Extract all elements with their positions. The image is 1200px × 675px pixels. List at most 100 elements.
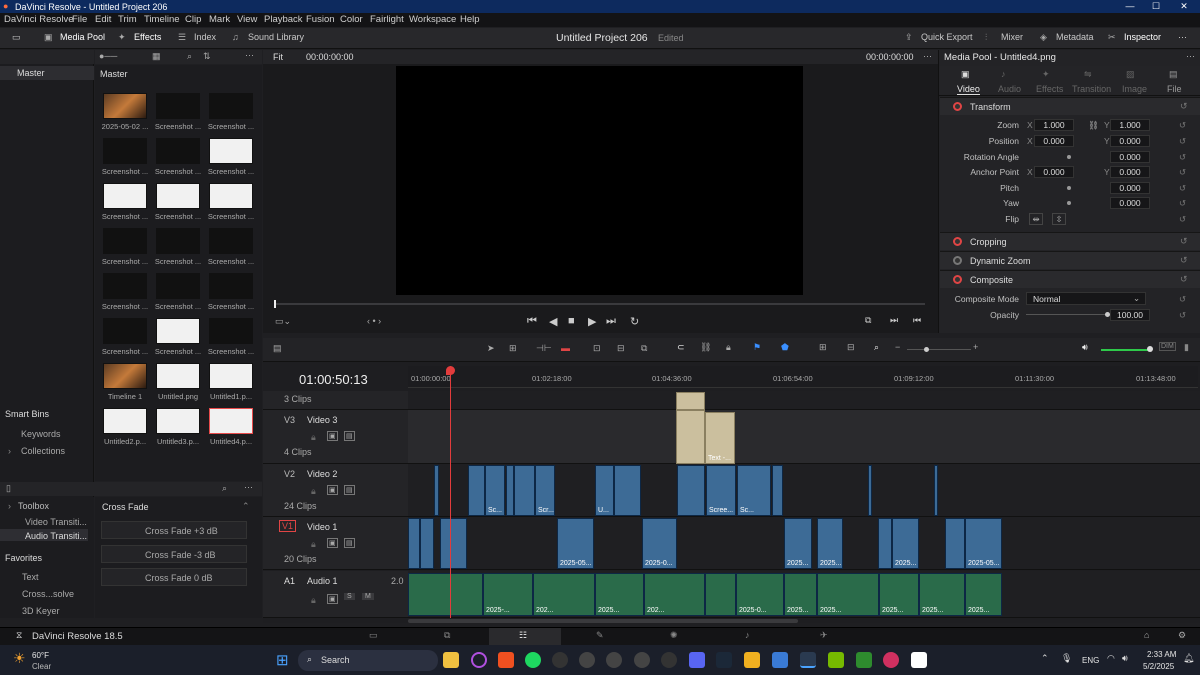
reset-icon[interactable]: ↺ (1179, 120, 1186, 131)
close-button[interactable]: ✕ (1178, 1, 1190, 12)
effects-more-icon[interactable]: ⋯ (244, 482, 253, 493)
anchor-y-field[interactable]: 0.000 (1110, 166, 1150, 178)
bin-master[interactable]: Master (0, 66, 94, 80)
app-icon[interactable] (634, 652, 650, 668)
menu-mark[interactable]: Mark (209, 14, 230, 25)
prev-edit-icon[interactable]: ⏮ (913, 315, 921, 326)
menu-edit[interactable]: Edit (95, 14, 111, 25)
track-body-a1[interactable]: 2025-... 202... 2025... 202... 2025-0...… (408, 571, 1200, 618)
auto-select-icon[interactable]: ▣ (327, 485, 338, 495)
snapping-icon[interactable]: ⊂ (677, 342, 685, 353)
effect-crossfade-minus3[interactable]: Cross Fade -3 dB (101, 545, 247, 563)
flag-icon[interactable]: ⚑ (753, 342, 761, 353)
opacity-field[interactable]: 100.00 (1110, 309, 1150, 321)
link-icon[interactable]: ⛓ (1088, 120, 1099, 131)
position-x-field[interactable]: 0.000 (1034, 135, 1074, 147)
video-clip[interactable]: Scr... (535, 465, 555, 516)
fairlight-page-icon[interactable]: ♪ (745, 630, 750, 640)
effect-crossfade-plus3[interactable]: Cross Fade +3 dB (101, 521, 247, 539)
dim-button[interactable]: DIM (1159, 342, 1176, 351)
audio-clip[interactable]: 2025... (817, 573, 879, 616)
menu-trim[interactable]: Trim (118, 14, 137, 25)
media-thumbnail[interactable] (103, 183, 147, 209)
microphone-icon[interactable]: 🎙︎ (1061, 653, 1072, 664)
menu-help[interactable]: Help (460, 14, 480, 25)
mute-button[interactable]: M (362, 593, 374, 600)
timeline-layout-icon[interactable]: ▤ (273, 343, 282, 354)
media-page-icon[interactable]: ▭ (369, 630, 378, 641)
music-icon[interactable] (883, 652, 899, 668)
edit-page-tab[interactable]: ☷ (489, 628, 561, 646)
weather-icon[interactable]: ☀ (13, 650, 26, 667)
menu-timeline[interactable]: Timeline (144, 14, 180, 25)
video-clip[interactable]: 2025... (784, 518, 812, 569)
menu-workspace[interactable]: Workspace (409, 14, 456, 25)
quick-export-button[interactable]: ⇪ Quick Export (905, 32, 973, 43)
media-thumbnail[interactable] (209, 138, 253, 164)
audio-clip[interactable]: 2025... (595, 573, 644, 616)
tab-transition[interactable]: Transition (1072, 84, 1111, 94)
mixer-button[interactable]: ⫶ Mixer (985, 32, 1023, 43)
zoom-detail-icon[interactable]: ⊟ (847, 342, 855, 353)
dynamic-trim-icon[interactable]: ⊣⊢ (536, 343, 552, 354)
audio-clip[interactable]: 2025-0... (736, 573, 784, 616)
grid-view-icon[interactable]: ▦ (152, 51, 161, 62)
index-button[interactable]: ☰ Index (178, 32, 216, 43)
track-body-v2[interactable]: Sc... Scr... U... Scree... Sc... (408, 464, 1200, 517)
audio-clip[interactable]: 2025... (879, 573, 919, 616)
toolbox-item[interactable]: Toolbox (18, 501, 49, 511)
track-name[interactable]: Video 1 (307, 522, 337, 532)
video-clip[interactable]: 2025... (817, 518, 843, 569)
media-thumbnail[interactable] (103, 273, 147, 299)
reset-icon[interactable]: ↺ (1179, 198, 1186, 209)
search-icon[interactable]: ⌕ (187, 51, 192, 62)
fav-3d-keyer[interactable]: 3D Keyer (22, 606, 60, 616)
video-clip[interactable] (506, 465, 514, 516)
rotation-field[interactable]: 0.000 (1110, 151, 1150, 163)
linked-selection-icon[interactable]: ⛓ (700, 342, 711, 353)
media-pool-more-icon[interactable]: ⋯ (245, 50, 254, 61)
video-clip[interactable] (408, 518, 420, 569)
transform-toggle[interactable] (953, 102, 962, 111)
video-clip[interactable] (945, 518, 965, 569)
video-clip[interactable]: 2025-05... (965, 518, 1002, 569)
volume-icon[interactable]: 🔊︎ (1082, 342, 1088, 353)
menu-clip[interactable]: Clip (185, 14, 201, 25)
collapse-icon[interactable]: ⌃ (242, 501, 250, 512)
tab-file[interactable]: File (1167, 84, 1182, 94)
solo-button[interactable]: S (344, 593, 355, 600)
auto-select-icon[interactable]: ▣ (327, 431, 338, 441)
spotify-icon[interactable] (525, 652, 541, 668)
media-thumbnail[interactable] (156, 318, 200, 344)
video-clip[interactable]: Scree... (706, 465, 736, 516)
reset-icon[interactable]: ↺ (1179, 214, 1186, 225)
loop-icon[interactable]: ↻ (630, 315, 639, 328)
audio-clip[interactable] (408, 573, 483, 616)
reset-icon[interactable]: ↺ (1179, 167, 1186, 178)
davinci-taskbar-icon[interactable] (800, 652, 816, 668)
media-thumbnail[interactable] (103, 138, 147, 164)
video-clip[interactable] (514, 465, 535, 516)
menu-playback[interactable]: Playback (264, 14, 303, 25)
reset-icon[interactable]: ↺ (1180, 255, 1188, 266)
media-thumbnail[interactable] (209, 363, 253, 389)
flip-vertical-icon[interactable]: ⇳ (1052, 213, 1066, 225)
fav-text[interactable]: Text (22, 572, 39, 582)
smart-bin-collections[interactable]: Collections (21, 446, 65, 456)
sound-library-button[interactable]: ♫ Sound Library (232, 32, 304, 42)
app-icon[interactable] (772, 652, 788, 668)
track-name[interactable]: Audio 1 (307, 576, 338, 586)
media-thumbnail[interactable] (156, 138, 200, 164)
reset-icon[interactable]: ↺ (1180, 101, 1188, 112)
media-player-icon[interactable] (552, 652, 568, 668)
flip-horizontal-icon[interactable]: ⇹ (1029, 213, 1043, 225)
media-thumbnail[interactable] (156, 228, 200, 254)
video-clip[interactable]: 2025-05... (557, 518, 594, 569)
media-thumbnail[interactable] (209, 273, 253, 299)
audio-clip[interactable]: 2025-... (483, 573, 533, 616)
speaker-icon[interactable]: 🔊︎ (1122, 653, 1128, 664)
scrubber-bar[interactable] (275, 303, 925, 305)
menu-fairlight[interactable]: Fairlight (370, 14, 404, 25)
go-to-end-icon[interactable]: ⏭ (606, 315, 616, 328)
fusion-page-icon[interactable]: ✎ (596, 630, 604, 641)
